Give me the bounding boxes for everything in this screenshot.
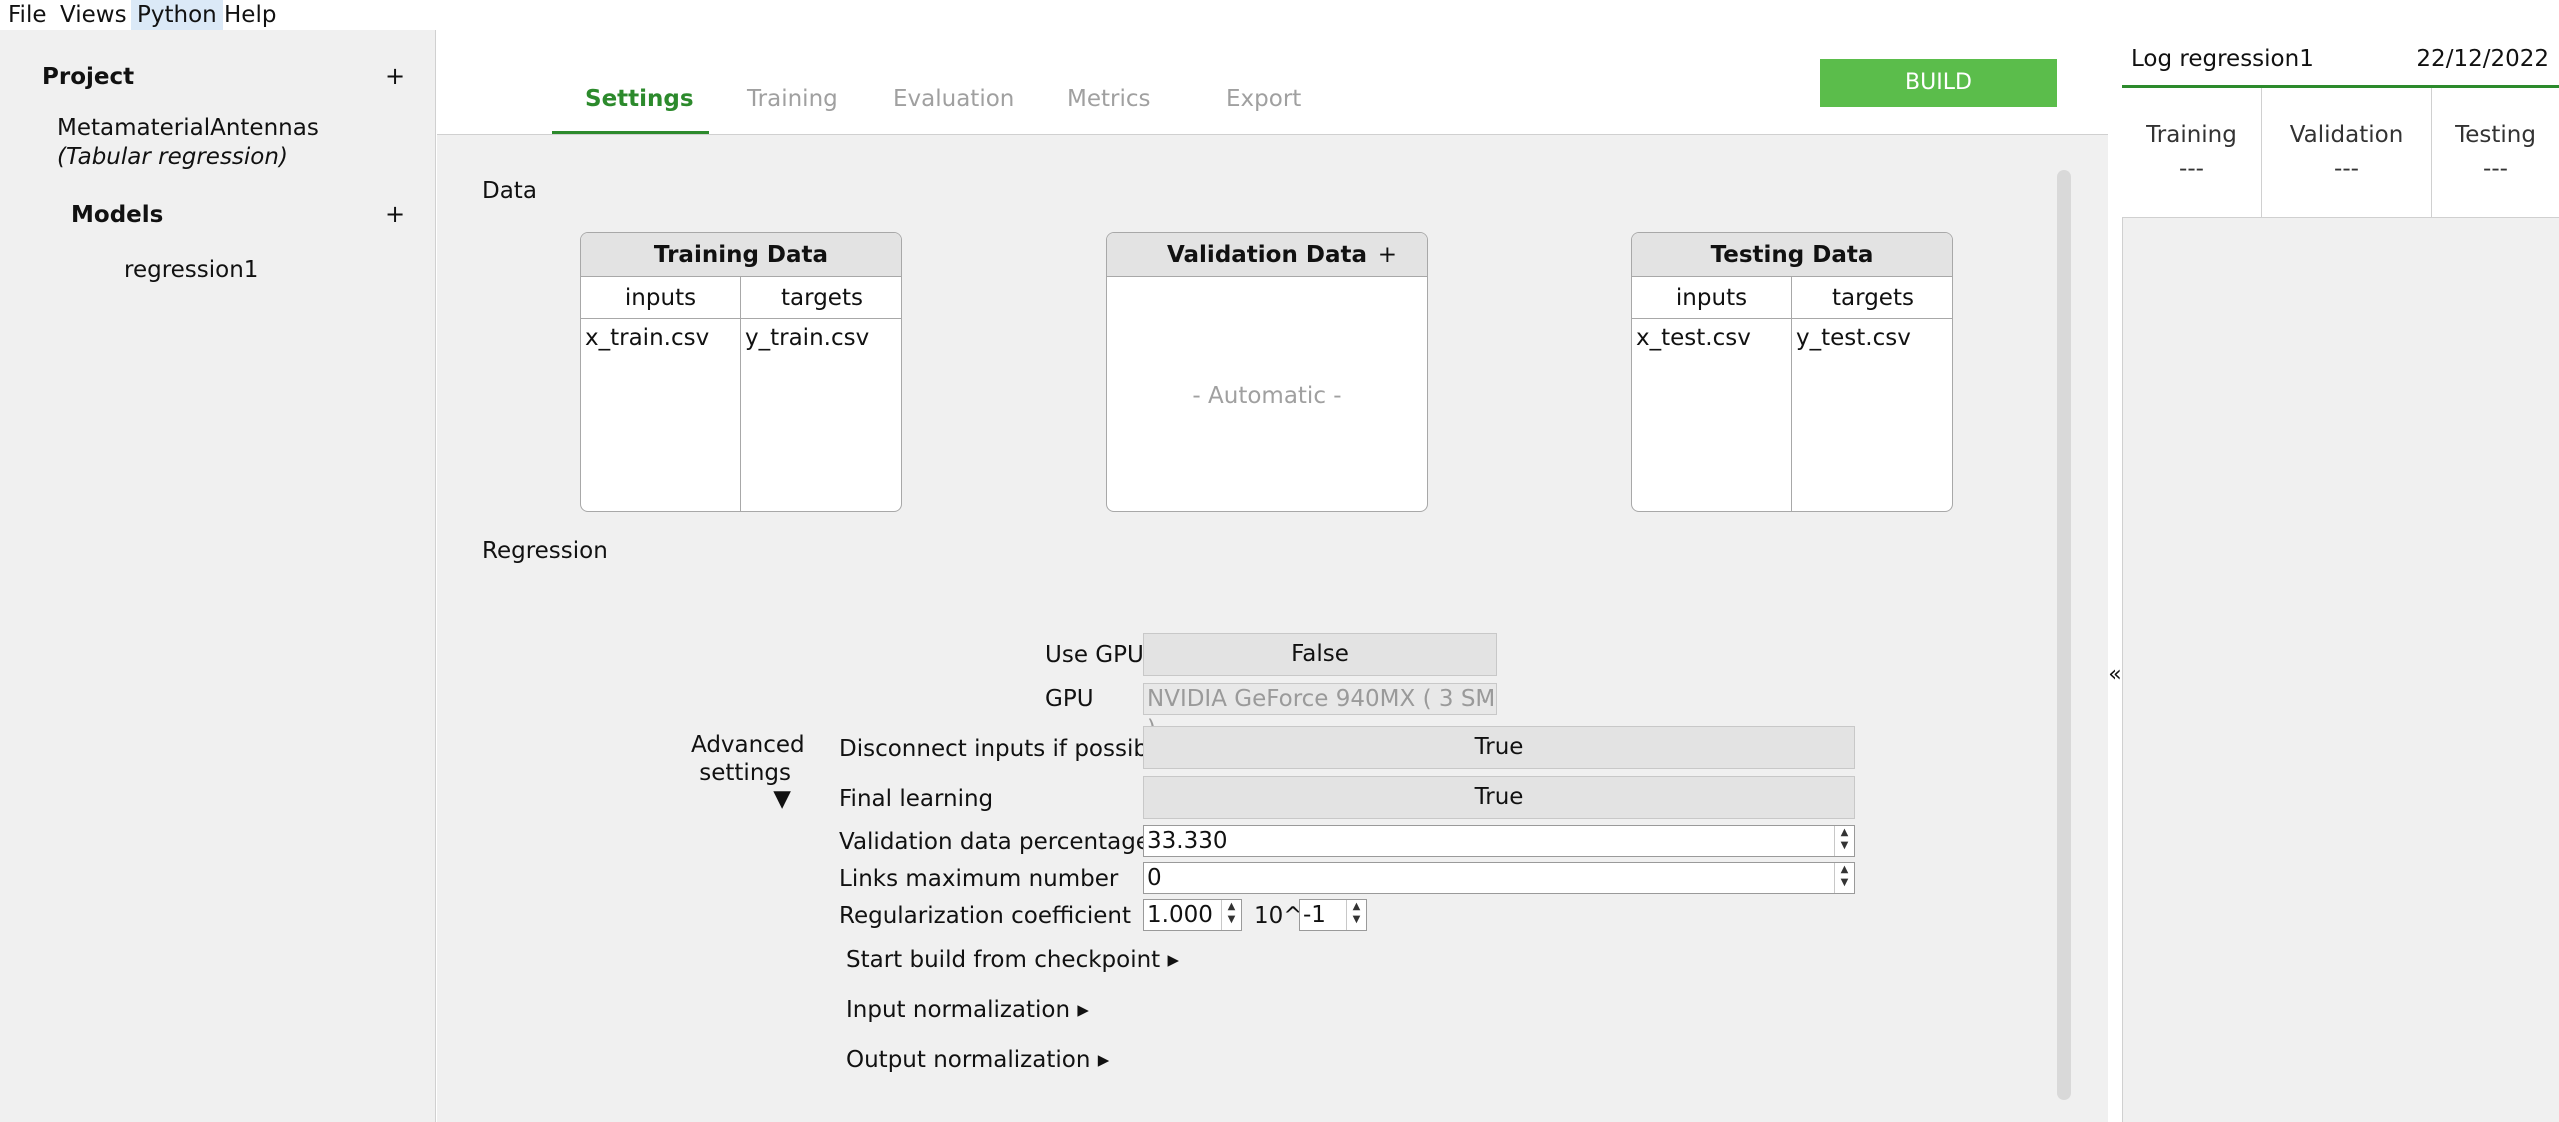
tab-settings[interactable]: Settings: [585, 86, 694, 112]
active-tab-indicator: [552, 131, 709, 134]
panel-collapse-strip: «: [2108, 30, 2122, 1122]
log-date: 22/12/2022: [2416, 46, 2549, 72]
validation-metric: Validation ---: [2262, 88, 2432, 218]
column-divider: [1791, 277, 1792, 511]
input-normalization-toggle[interactable]: Input normalization ▸: [846, 997, 1089, 1023]
log-header: Log regression1 22/12/2022: [2122, 30, 2559, 88]
spin-arrows-icon[interactable]: ▲ ▼: [1221, 900, 1241, 930]
project-sidebar: Project + MetamaterialAntennas (Tabular …: [0, 30, 436, 1122]
training-inputs-header: inputs: [581, 277, 740, 319]
gpu-label: GPU: [1045, 686, 1094, 712]
testing-targets-header: targets: [1792, 277, 1952, 319]
project-type: (Tabular regression): [57, 144, 288, 170]
testing-data-title: Testing Data: [1632, 233, 1952, 277]
testing-inputs-header: inputs: [1632, 277, 1791, 319]
tab-evaluation[interactable]: Evaluation: [893, 86, 1014, 112]
training-data-box: Training Data inputs targets x_train.csv…: [580, 232, 902, 512]
advanced-settings-label-1[interactable]: Advanced: [691, 732, 805, 758]
project-name[interactable]: MetamaterialAntennas: [57, 115, 319, 141]
settings-panel: Settings Training Evaluation Metrics Exp…: [437, 30, 2108, 1122]
add-model-button[interactable]: +: [385, 200, 405, 228]
advanced-settings-toggle[interactable]: settings ▼: [675, 760, 791, 812]
validation-metric-value: ---: [2334, 156, 2359, 182]
gpu-select[interactable]: NVIDIA GeForce 940MX ( 3 SM ) ⌄: [1143, 683, 1497, 742]
menu-help[interactable]: Help: [218, 0, 282, 30]
regularization-mantissa-value: 1.000: [1147, 902, 1213, 928]
log-metrics-row: Training --- Validation --- Testing ---: [2122, 88, 2559, 218]
validation-percentage-label: Validation data percentage: [839, 829, 1150, 855]
use-gpu-select[interactable]: False: [1143, 633, 1497, 676]
spin-arrows-icon[interactable]: ▲ ▼: [1834, 826, 1854, 856]
data-section-label: Data: [482, 178, 537, 204]
vertical-scrollbar[interactable]: [2057, 170, 2071, 1100]
tab-metrics[interactable]: Metrics: [1067, 86, 1151, 112]
tab-bar: Settings Training Evaluation Metrics Exp…: [437, 30, 2108, 135]
add-validation-button[interactable]: +: [1378, 233, 1397, 277]
testing-metric: Testing ---: [2432, 88, 2559, 218]
validation-metric-label: Validation: [2289, 122, 2404, 148]
final-learning-label: Final learning: [839, 786, 994, 812]
disconnect-inputs-select[interactable]: True: [1143, 726, 1855, 769]
menu-python[interactable]: Python: [131, 0, 223, 30]
training-metric-label: Training: [2146, 122, 2237, 148]
training-target-file[interactable]: y_train.csv: [745, 325, 869, 351]
disconnect-inputs-label: Disconnect inputs if possible: [839, 736, 1169, 762]
chevron-down-icon: ⌄: [1479, 692, 1490, 706]
output-normalization-toggle[interactable]: Output normalization ▸: [846, 1047, 1109, 1073]
menubar: File Views Python Help: [0, 0, 2559, 30]
menu-views[interactable]: Views: [54, 0, 133, 30]
collapse-panel-icon[interactable]: «: [2108, 662, 2122, 687]
testing-metric-label: Testing: [2455, 122, 2536, 148]
testing-metric-value: ---: [2483, 156, 2508, 182]
validation-data-box: Validation Data + - Automatic -: [1106, 232, 1428, 512]
spin-arrows-icon[interactable]: ▲ ▼: [1346, 900, 1366, 930]
regularization-exponent-value: -1: [1303, 902, 1326, 928]
regression-section-label: Regression: [482, 538, 608, 564]
checkpoint-toggle[interactable]: Start build from checkpoint ▸: [846, 947, 1179, 973]
tab-training[interactable]: Training: [747, 86, 838, 112]
validation-data-header: Validation Data +: [1107, 233, 1427, 277]
power-of-ten-label: 10^: [1254, 903, 1303, 929]
validation-data-title: Validation Data: [1166, 242, 1367, 268]
project-heading: Project: [42, 64, 135, 90]
validation-percentage-value: 33.330: [1147, 828, 1228, 854]
training-metric-value: ---: [2179, 156, 2204, 182]
links-maximum-input[interactable]: 0 ▲ ▼: [1143, 862, 1855, 894]
training-metric: Training ---: [2122, 88, 2262, 218]
training-targets-header: targets: [741, 277, 901, 319]
menu-file[interactable]: File: [2, 0, 53, 30]
spin-arrows-icon[interactable]: ▲ ▼: [1834, 863, 1854, 893]
links-maximum-label: Links maximum number: [839, 866, 1119, 892]
validation-percentage-input[interactable]: 33.330 ▲ ▼: [1143, 825, 1855, 857]
training-input-file[interactable]: x_train.csv: [585, 325, 709, 351]
tab-export[interactable]: Export: [1226, 86, 1301, 112]
build-button[interactable]: BUILD: [1820, 59, 2057, 107]
column-divider: [740, 277, 741, 511]
final-learning-select[interactable]: True: [1143, 776, 1855, 819]
training-data-title: Training Data: [581, 233, 901, 277]
models-heading: Models: [71, 202, 164, 228]
log-title: Log regression1: [2131, 46, 2314, 72]
automatic-placeholder: - Automatic -: [1192, 383, 1342, 409]
testing-data-box: Testing Data inputs targets x_test.csv y…: [1631, 232, 1953, 512]
add-project-button[interactable]: +: [385, 62, 405, 90]
links-maximum-value: 0: [1147, 865, 1162, 891]
regularization-mantissa-input[interactable]: 1.000 ▲ ▼: [1143, 899, 1242, 931]
testing-target-file[interactable]: y_test.csv: [1796, 325, 1911, 351]
model-item-regression1[interactable]: regression1: [124, 257, 258, 283]
testing-input-file[interactable]: x_test.csv: [1636, 325, 1751, 351]
regularization-exponent-input[interactable]: -1 ▲ ▼: [1299, 899, 1367, 931]
regularization-coefficient-label: Regularization coefficient: [839, 903, 1132, 929]
use-gpu-label: Use GPU: [1045, 642, 1144, 668]
